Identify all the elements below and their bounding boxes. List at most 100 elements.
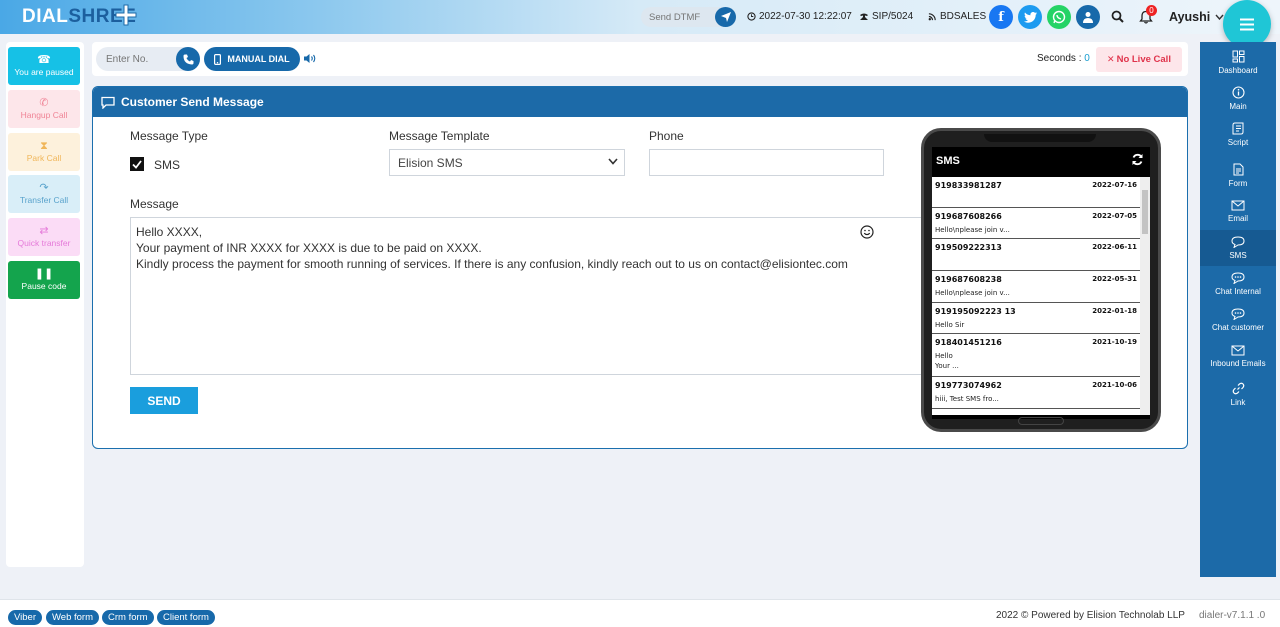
whatsapp-icon (1052, 10, 1066, 24)
twitter-icon (1023, 11, 1037, 23)
campaign-text: BDSALES (940, 11, 987, 22)
envelope-icon (1231, 345, 1245, 355)
message-template-select[interactable]: Elision SMS (389, 149, 625, 176)
seconds-counter: Seconds : 0 (1037, 53, 1090, 64)
pause-icon: ❚❚ (34, 268, 54, 280)
no-call-icon: ✕ (1107, 54, 1115, 64)
sms-history-list: 919833981287 2022-07-16 919687608266 202… (932, 177, 1150, 415)
seconds-value: 0 (1084, 53, 1090, 64)
facebook-icon: f (998, 9, 1004, 25)
nav-form[interactable]: Form (1200, 157, 1276, 193)
document-icon (1233, 163, 1243, 175)
telephone-icon: ☎ (37, 54, 51, 66)
paper-plane-icon (720, 12, 731, 22)
paused-status-button[interactable]: ☎ You are paused (8, 47, 80, 85)
nav-sms[interactable]: SMS (1200, 230, 1276, 266)
phone-label: Phone (649, 129, 684, 143)
send-dtmf-button[interactable] (715, 7, 736, 27)
chat-dots-icon (1231, 272, 1245, 284)
refresh-icon[interactable] (1131, 153, 1144, 166)
version-text: dialer-v7.1.1 .0 (1199, 610, 1266, 621)
chat-bubble-icon (101, 96, 115, 109)
client-form-button[interactable]: Client form (157, 610, 215, 625)
nav-script[interactable]: Script (1200, 116, 1276, 152)
link-icon (1232, 382, 1244, 394)
dtmf-field (641, 7, 736, 27)
hangup-call-button[interactable]: ✆ Hangup Call (8, 90, 80, 128)
chevron-down-icon (608, 158, 618, 165)
enter-number-field (96, 47, 200, 71)
message-template-label: Message Template (389, 129, 490, 143)
quick-transfer-button[interactable]: ⇄ Quick transfer (8, 218, 80, 256)
sms-checkbox[interactable] (130, 157, 144, 171)
dial-bar: MANUAL DIAL Seconds : 0 ✕ No Live Call (92, 42, 1188, 76)
enter-number-input[interactable] (96, 47, 176, 71)
username[interactable]: Ayushi (1169, 10, 1210, 24)
message-type-label: Message Type (130, 129, 208, 143)
emoji-icon[interactable] (860, 225, 874, 239)
swap-arrows-icon: ⇄ (39, 225, 49, 237)
sms-history-phone: SMS 919833981287 2022-07-16 919687608266… (921, 128, 1161, 432)
checkmark-icon (132, 159, 142, 169)
menu-button[interactable] (1223, 0, 1271, 48)
chat-dots-icon (1231, 308, 1245, 320)
sms-item[interactable]: 919687608266 2022-07-05 Hello\nplease jo… (932, 208, 1140, 239)
notification-badge: 0 (1146, 5, 1157, 16)
phone-input[interactable] (649, 149, 884, 176)
message-textarea[interactable]: Hello XXXX, Your payment of INR XXXX for… (130, 217, 930, 375)
twitter-button[interactable] (1018, 5, 1042, 29)
park-call-button[interactable]: ⧗ Park Call (8, 133, 80, 171)
nav-link[interactable]: Link (1200, 376, 1276, 412)
sms-list-scroll-thumb[interactable] (1142, 190, 1148, 234)
logo-plus-icon (115, 4, 137, 26)
nav-main[interactable]: Main (1200, 80, 1276, 116)
datetime-display: 2022-07-30 12:22:07 (747, 11, 852, 22)
sms-item[interactable]: 919509222313 2022-06-11 (932, 239, 1140, 271)
dtmf-input[interactable] (641, 7, 713, 27)
card-title: Customer Send Message (121, 95, 264, 109)
footer: Viber Web form Crm form Client form 2022… (0, 599, 1280, 627)
chat-bubble-icon (1231, 236, 1245, 248)
whatsapp-button[interactable] (1047, 5, 1071, 29)
right-nav: Dashboard Main Script Form Email SMS Cha… (1200, 42, 1276, 577)
phone-hangup-icon: ✆ (39, 97, 49, 109)
campaign-display: BDSALES (928, 11, 986, 22)
sms-history-title: SMS (936, 155, 960, 167)
transfer-call-button[interactable]: ↷ Transfer Call (8, 175, 80, 213)
sip-display: SIP/5024 (859, 11, 913, 22)
dashboard-icon (1232, 50, 1244, 62)
selected-template: Elision SMS (398, 155, 463, 170)
manual-dial-button[interactable]: MANUAL DIAL (204, 47, 300, 71)
script-icon (1232, 122, 1244, 134)
hourglass-icon: ⧗ (40, 140, 48, 152)
message-line: Kindly process the payment for smooth ru… (136, 257, 848, 271)
sms-item[interactable]: 919687608238 2022-05-31 Hello\nplease jo… (932, 271, 1140, 303)
facebook-button[interactable]: f (989, 5, 1013, 29)
sms-item[interactable]: 918401451216 2021-10-19 Hello Your ... (932, 334, 1140, 377)
nav-dashboard[interactable]: Dashboard (1200, 44, 1276, 80)
viber-button[interactable]: Viber (8, 610, 43, 625)
pause-code-button[interactable]: ❚❚ Pause code (8, 261, 80, 299)
search-icon[interactable] (1111, 10, 1124, 23)
call-button[interactable] (176, 47, 200, 71)
nav-chat-internal[interactable]: Chat Internal (1200, 266, 1276, 302)
clock-icon (747, 12, 756, 21)
sip-text: SIP/5024 (872, 11, 914, 22)
telephone-icon (860, 13, 868, 20)
user-icon (1083, 12, 1093, 23)
sms-item[interactable]: 919833981287 2022-07-16 (932, 177, 1140, 208)
send-button[interactable]: SEND (130, 387, 198, 414)
sms-item[interactable]: 919773074962 2021-10-06 hiii, Test SMS f… (932, 377, 1140, 409)
nav-chat-customer[interactable]: Chat customer (1200, 302, 1276, 338)
hamburger-icon (1240, 18, 1254, 30)
nav-email[interactable]: Email (1200, 193, 1276, 229)
datetime-text: 2022-07-30 12:22:07 (759, 11, 852, 22)
speaker-icon[interactable] (304, 53, 317, 64)
web-form-button[interactable]: Web form (46, 610, 100, 625)
envelope-icon (1231, 200, 1245, 210)
profile-button[interactable] (1076, 5, 1100, 29)
phone-notch (984, 134, 1096, 142)
nav-inbound-emails[interactable]: Inbound Emails (1200, 338, 1276, 374)
sms-item[interactable]: 919195092223 13 2022-01-18 Hello Sir (932, 303, 1140, 334)
crm-form-button[interactable]: Crm form (102, 610, 154, 625)
